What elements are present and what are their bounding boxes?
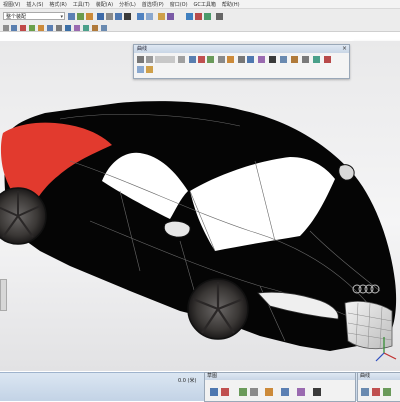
revolve-icon <box>47 25 53 31</box>
curve-toolbar-icons <box>137 56 331 73</box>
menu-preferences[interactable]: 首选项(P) <box>139 1 167 8</box>
offset-icon <box>74 25 80 31</box>
select-icon <box>86 13 93 20</box>
point-icon <box>3 25 9 31</box>
pattern-icon <box>101 25 107 31</box>
graphics-viewport[interactable]: 曲线 × <box>0 41 400 371</box>
wcs-icon <box>167 13 174 20</box>
sketch-toolbar-panel: 草图 <box>204 372 356 402</box>
sweep-icon <box>83 25 89 31</box>
sketch-fillet-icon <box>297 388 305 396</box>
pan-icon <box>115 13 122 20</box>
spline-icon <box>155 56 175 63</box>
divide-icon <box>280 56 287 63</box>
arc-icon <box>146 56 153 63</box>
toolbar-row-2 <box>3 25 107 31</box>
right-mirror <box>338 164 355 181</box>
comb-icon <box>324 56 331 63</box>
profile-icon <box>239 388 247 396</box>
curve-mini-icons <box>361 388 391 396</box>
curve-mini-title: 曲线 <box>358 373 400 380</box>
curve-toolbar-panel: 曲线 × <box>133 44 350 79</box>
sketch-toolbar-icons <box>210 388 321 396</box>
sketch-new-icon <box>210 388 218 396</box>
blend-icon <box>65 25 71 31</box>
sketch-arc-icon <box>265 388 273 396</box>
menu-window[interactable]: 窗口(O) <box>167 1 191 8</box>
render-style-icon <box>137 13 144 20</box>
menu-format[interactable]: 格式(R) <box>46 1 69 8</box>
datum-axis-icon <box>20 25 26 31</box>
close-icon[interactable]: × <box>342 45 347 53</box>
extrude-icon <box>38 25 44 31</box>
sketch-icon <box>186 13 193 20</box>
intersect-icon <box>227 56 234 63</box>
conic-icon <box>146 66 153 73</box>
menu-gc-toolbox[interactable]: GC工具箱 <box>191 1 219 8</box>
zoom-icon <box>106 13 113 20</box>
mirror-icon <box>92 25 98 31</box>
curve-toolbar-label: 曲线 <box>137 46 148 52</box>
shaded-icon <box>146 13 153 20</box>
menu-bar: 视图(V) 插入(S) 格式(R) 工具(T) 装配(A) 分析(L) 首选项(… <box>0 0 400 9</box>
sketch-toolbar-title: 草图 <box>205 373 355 380</box>
polygon-icon <box>189 56 196 63</box>
car-model[interactable] <box>0 41 400 371</box>
sketch-finish-icon <box>221 388 229 396</box>
layer-icon <box>158 13 165 20</box>
mini-spline-icon <box>361 388 369 396</box>
project-icon <box>218 56 225 63</box>
edit-curve-icon <box>291 56 298 63</box>
toolbar-icons <box>3 13 223 31</box>
menu-tools[interactable]: 工具(T) <box>70 1 93 8</box>
line-icon <box>137 56 144 63</box>
snap-icon <box>68 13 75 20</box>
status-text: 0.0 (米) <box>178 378 197 384</box>
offset-curve-icon <box>198 56 205 63</box>
measure-icon <box>204 13 211 20</box>
left-mirror <box>163 220 191 238</box>
sketch-circle-icon <box>281 388 289 396</box>
sketch-constraint-icon <box>313 388 321 396</box>
curve-toolbar-title: 曲线 × <box>134 45 349 53</box>
trim-curve-icon <box>269 56 276 63</box>
rectangle-icon <box>258 56 265 63</box>
menu-insert[interactable]: 插入(S) <box>23 1 46 8</box>
menu-help[interactable]: 帮助(H) <box>219 1 243 8</box>
view-fit-icon <box>97 13 104 20</box>
curve-mini-panel: 曲线 <box>357 372 400 402</box>
csys-icon <box>29 25 35 31</box>
toolbar-row-1 <box>68 13 223 20</box>
point-set-icon <box>302 56 309 63</box>
curve-analysis-icon <box>313 56 320 63</box>
bridge-icon <box>207 56 214 63</box>
trim-icon <box>56 25 62 31</box>
join-icon <box>247 56 254 63</box>
sketch-line-icon <box>250 388 258 396</box>
menu-analysis[interactable]: 分析(L) <box>116 1 139 8</box>
rotate-icon <box>124 13 131 20</box>
left-edge-scroll[interactable] <box>0 279 7 311</box>
text-curve-icon <box>137 66 144 73</box>
analysis-icon <box>195 13 202 20</box>
tools-icon <box>216 13 223 20</box>
menu-view[interactable]: 视图(V) <box>0 1 23 8</box>
helix-icon <box>178 56 185 63</box>
mini-line-icon <box>372 388 380 396</box>
datum-plane-icon <box>11 25 17 31</box>
filter-icon <box>77 13 84 20</box>
mini-arc-icon <box>383 388 391 396</box>
extract-icon <box>238 56 245 63</box>
menu-assembly[interactable]: 装配(A) <box>93 1 116 8</box>
